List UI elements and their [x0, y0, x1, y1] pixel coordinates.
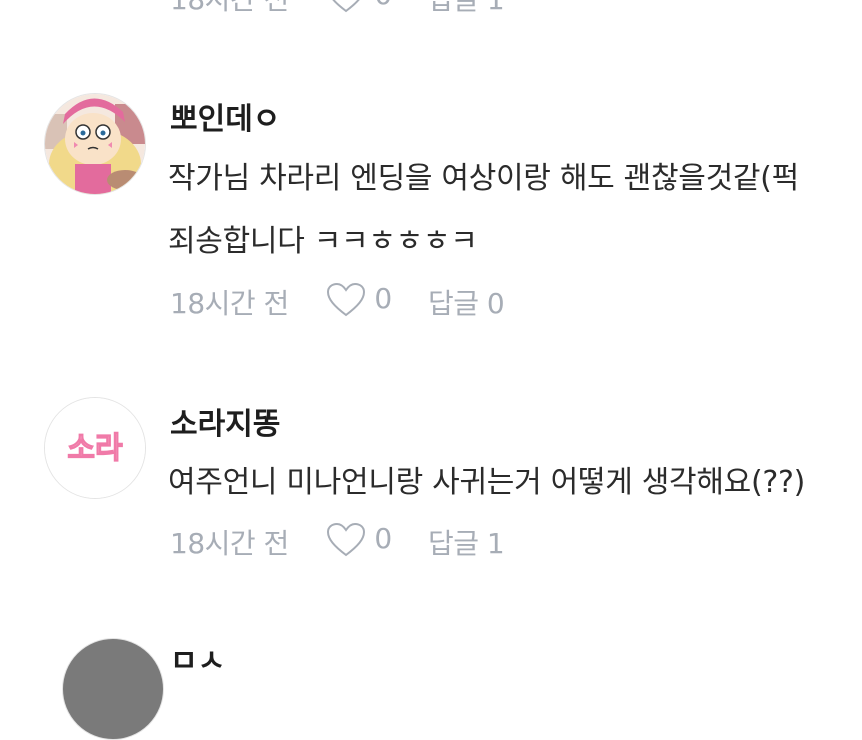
comment-time: 18시간 전: [170, 287, 289, 320]
like-count: 0: [374, 282, 392, 315]
comment-time: 18시간 전: [170, 0, 289, 16]
like-button-top[interactable]: 0: [326, 0, 392, 21]
comment-meta-top: 18시간 전: [170, 0, 289, 18]
reply-button[interactable]: 답글 1: [428, 522, 505, 562]
like-button[interactable]: 0: [326, 522, 392, 565]
heart-outline-icon: [332, 0, 360, 13]
avatar-pink-text-image: 소라: [45, 398, 145, 498]
heart-outline-icon: [326, 282, 366, 317]
comment-author[interactable]: 소라지똥: [170, 399, 280, 443]
avatar[interactable]: [44, 93, 146, 195]
comment-text-line: 여주언니 미나언니랑 사귀는거 어떻게 생각해요(??): [168, 465, 805, 500]
like-count: 0: [374, 522, 392, 555]
comment-text-line: 죄송합니다 ㅋㅋㅎㅎㅎㅋ: [168, 224, 478, 259]
comment-author[interactable]: 뽀인데ㅇ: [170, 94, 280, 138]
like-count: 0: [374, 0, 392, 11]
avatar[interactable]: [62, 638, 164, 740]
avatar-cartoon-girl-image: [45, 94, 145, 194]
comment-time: 18시간 전: [170, 527, 289, 560]
comment-text-line: 작가님 차라리 엔딩을 여상이랑 해도 괜찮을것같(퍽: [168, 161, 799, 196]
reply-button-top[interactable]: 답글 1: [428, 0, 505, 18]
avatar-label: 소라: [67, 431, 123, 466]
comment-author[interactable]: ㅁㅅ: [170, 636, 225, 680]
heart-outline-icon: [326, 522, 366, 557]
like-button[interactable]: 0: [326, 282, 392, 325]
avatar[interactable]: 소라: [44, 397, 146, 499]
reply-button[interactable]: 답글 0: [428, 282, 505, 322]
